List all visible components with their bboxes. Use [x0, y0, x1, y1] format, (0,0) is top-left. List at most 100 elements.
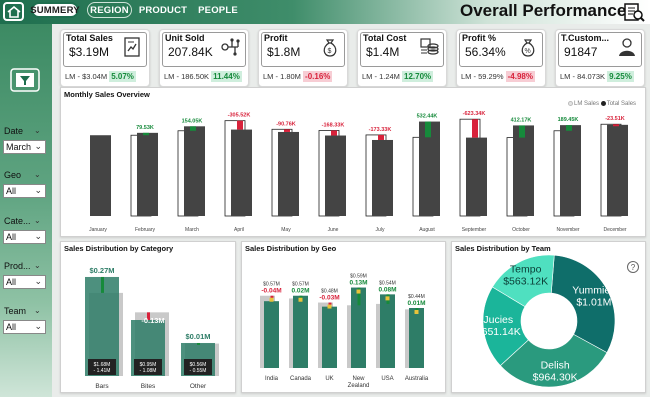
- money-bag-icon: $: [319, 36, 341, 58]
- slice-label: Yummies: [572, 285, 615, 297]
- geo-tick-label: New: [352, 376, 365, 382]
- marker-square: [269, 297, 274, 302]
- chevron-down-icon: ⌄: [34, 141, 42, 151]
- variance-bar: [331, 130, 337, 136]
- value-box-text: - 1.41M: [94, 368, 111, 374]
- team-donut-chart: Yummies$1.01M Delish$964.30K Jucies$651.14…: [476, 254, 615, 388]
- change-label: 0.08M: [378, 286, 396, 293]
- month-tick-label: May: [281, 227, 291, 233]
- kpi-change-badge: 12.70%: [402, 71, 434, 82]
- date-select[interactable]: March ⌄: [3, 140, 46, 154]
- chevron-down-icon[interactable]: ⌄: [34, 306, 41, 315]
- chevron-down-icon: ⌄: [34, 185, 42, 195]
- tab-summery[interactable]: SUMMERY: [30, 2, 80, 18]
- total-sales-bar: [372, 139, 393, 216]
- variance-bar: [519, 125, 525, 138]
- kpi-footer: LM - 84.073K 9.25%: [560, 71, 634, 82]
- home-icon[interactable]: [3, 2, 24, 21]
- coin-stack-icon: [418, 36, 440, 58]
- geo-select[interactable]: All ⌄: [3, 184, 46, 198]
- slice-label: Tempo: [510, 264, 542, 276]
- marker-square: [298, 297, 303, 302]
- variance-bar: [101, 276, 104, 293]
- network-nodes-icon: [220, 36, 242, 58]
- variance-bar: [425, 121, 431, 138]
- variance-label: 79.53K: [136, 125, 154, 131]
- total-sales-bar: [513, 125, 534, 216]
- total-sales-bar: [90, 135, 111, 216]
- month-tick-label: December: [603, 227, 626, 233]
- kpi-footer: LM - 59.29% -4.98%: [461, 71, 535, 82]
- change-label: -0.04M: [261, 288, 281, 295]
- filter-label-team: Team: [4, 306, 27, 316]
- customer-icon: [616, 36, 638, 58]
- variance-bar: [415, 308, 419, 310]
- change-label: $0.01M: [185, 332, 210, 341]
- variance-bar: [566, 125, 572, 131]
- total-sales-bar: [560, 125, 581, 216]
- variance-label: -23.51K: [605, 116, 625, 122]
- filter-label-category: Cate...: [4, 216, 31, 226]
- slice-value: $1.01M: [576, 297, 611, 309]
- top-bar: SUMMERY REGION PRODUCT PEOPLE Overall Pe…: [0, 0, 650, 24]
- value-box-text: - 1.08M: [140, 368, 157, 374]
- filter-sidebar: [0, 24, 52, 397]
- kpi-name: Profit %: [462, 33, 497, 43]
- change-label: 0.01M: [407, 300, 425, 307]
- chevron-down-icon: ⌄: [34, 231, 42, 241]
- variance-bar: [472, 119, 478, 138]
- slice-value: $964.30K: [533, 372, 578, 384]
- kpi-card-total-sales: Total Sales $3.19M LM - $3.04M 5.07%: [60, 29, 150, 87]
- marker-square: [327, 304, 332, 309]
- chevron-down-icon[interactable]: ⌄: [34, 216, 41, 225]
- chevron-down-icon[interactable]: ⌄: [34, 170, 41, 179]
- kpi-value: $1.8M: [267, 45, 301, 59]
- geo-tick-label: Canada: [290, 376, 312, 382]
- kpi-name: Total Sales: [66, 33, 113, 43]
- category-select[interactable]: All ⌄: [3, 230, 46, 244]
- kpi-change-badge: 9.25%: [607, 71, 634, 82]
- variance-bar: [378, 134, 384, 140]
- kpi-value: 91847: [564, 45, 598, 59]
- variance-bar: [143, 132, 149, 136]
- tab-region[interactable]: REGION: [87, 2, 132, 18]
- month-tick-label: June: [328, 227, 339, 233]
- team-select[interactable]: All ⌄: [3, 320, 46, 334]
- total-sales-bar: [278, 131, 299, 216]
- monthly-sales-chart: January 79.53K February 154.05K March -305.52…: [89, 111, 628, 233]
- geo-chart: $0.57M-0.04MIndia$0.57M0.02MCanada$0.48M…: [260, 274, 429, 389]
- change-label: $0.27M: [89, 266, 114, 275]
- kpi-footer: LM - 186.50K 11.44%: [164, 71, 242, 82]
- team-panel: Sales Distribution by Team Yummies $1.01M…: [451, 241, 646, 393]
- total-sales-bar: [466, 137, 487, 216]
- category-tick-label: Other: [190, 383, 207, 390]
- category-tick-label: Bars: [95, 383, 109, 390]
- variance-bar: [613, 124, 619, 127]
- kpi-change-badge: 11.44%: [211, 71, 242, 82]
- kpi-footer: LM - $3.04M 5.07%: [65, 71, 136, 82]
- change-label: -0.03M: [319, 295, 339, 302]
- total-sales-bar: [409, 308, 424, 368]
- svg-text:$: $: [328, 48, 332, 55]
- category-tick-label: Bites: [141, 383, 156, 390]
- kpi-name: T.Custom...: [561, 33, 610, 43]
- geo-tick-label: UK: [325, 376, 333, 382]
- variance-label: -623.34K: [463, 111, 486, 117]
- help-icon[interactable]: ?: [627, 261, 639, 273]
- report-search-icon[interactable]: [623, 1, 645, 23]
- chevron-down-icon[interactable]: ⌄: [34, 261, 41, 270]
- chevron-down-icon[interactable]: ⌄: [34, 126, 41, 135]
- geo-tick-label: Zealand: [348, 383, 370, 389]
- tab-people[interactable]: PEOPLE: [196, 2, 240, 18]
- tab-product[interactable]: PRODUCT: [138, 2, 188, 18]
- variance-bar: [190, 126, 196, 131]
- month-tick-label: April: [234, 227, 244, 233]
- variance-label: 189.45K: [558, 117, 579, 123]
- month-tick-label: February: [135, 227, 156, 233]
- marker-square: [356, 289, 361, 294]
- month-tick-label: January: [89, 227, 107, 233]
- product-select[interactable]: All ⌄: [3, 275, 46, 289]
- kpi-card-total-cost: Total Cost $1.4M LM - 1.24M 12.70%: [357, 29, 447, 87]
- filter-label-product: Prod...: [4, 261, 31, 271]
- kpi-name: Unit Sold: [165, 33, 205, 43]
